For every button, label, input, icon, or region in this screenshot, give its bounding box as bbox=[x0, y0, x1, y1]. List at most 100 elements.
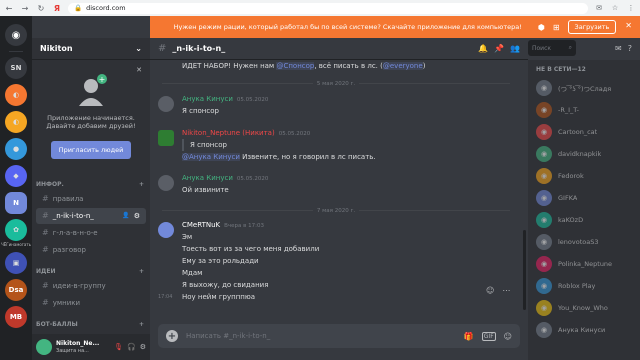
close-icon[interactable]: ✕ bbox=[136, 66, 142, 74]
member-item[interactable]: ◉ Анука Кинуси bbox=[528, 319, 640, 341]
text-part: Извените, но я говорил в лс писать. bbox=[239, 153, 376, 161]
add-channel-icon[interactable]: + bbox=[139, 181, 144, 188]
windows-icon: ⊞ bbox=[552, 22, 560, 32]
add-channel-icon[interactable]: + bbox=[139, 268, 144, 275]
gear-icon[interactable]: ⚙ bbox=[134, 212, 140, 220]
mention[interactable]: @Анука Кинуси bbox=[182, 153, 240, 161]
server-name: Nikiton bbox=[40, 44, 73, 53]
server-header[interactable]: Nikiton ⌄ bbox=[32, 38, 150, 60]
channel-item[interactable]: # г-л-а-в-н-о-е bbox=[36, 225, 146, 241]
invite-icon[interactable]: 👤 bbox=[122, 212, 129, 219]
avatar: ◉ bbox=[536, 322, 552, 338]
channel-item[interactable]: # правила bbox=[36, 191, 146, 207]
author-name[interactable]: Анука Кинуси bbox=[182, 95, 233, 103]
channel-item[interactable]: # идеи-в-группу bbox=[36, 278, 146, 294]
search-input[interactable]: Поиск ⌕ bbox=[528, 40, 576, 56]
server-icon[interactable]: SN bbox=[5, 57, 27, 79]
author-name[interactable]: CMeRTNuK bbox=[182, 221, 220, 229]
message-text: Ноу нейм групппюа bbox=[182, 293, 256, 301]
channel-item[interactable]: # разговор bbox=[36, 242, 146, 258]
member-item[interactable]: ◉ -R_I_T- bbox=[528, 99, 640, 121]
member-item[interactable]: ◉ (つ ͡°ʖ ͡°)つСладя bbox=[528, 77, 640, 99]
gif-icon[interactable]: GIF bbox=[481, 331, 496, 341]
member-item[interactable]: ◉ You_Know_Who bbox=[528, 297, 640, 319]
members-icon[interactable]: 👥 bbox=[510, 44, 520, 53]
bookmark-icon[interactable]: ☆ bbox=[610, 4, 620, 12]
upload-button[interactable]: + bbox=[166, 330, 178, 342]
channel-label: _n-ik-i-to-n_ bbox=[52, 211, 94, 220]
category-bot[interactable]: БОТ-БАЛЛЫ + bbox=[32, 320, 150, 330]
avatar[interactable] bbox=[158, 222, 174, 238]
emoji-icon[interactable]: ☺ bbox=[504, 332, 512, 341]
server-icon[interactable]: N bbox=[5, 192, 27, 214]
member-item[interactable]: ◉ Roblox Play bbox=[528, 275, 640, 297]
avatar[interactable] bbox=[158, 130, 174, 146]
close-icon[interactable]: ✕ bbox=[625, 21, 632, 30]
avatar: ◉ bbox=[536, 102, 552, 118]
member-item[interactable]: ◉ Polinka_Neptune bbox=[528, 253, 640, 275]
download-button[interactable]: Загрузить bbox=[567, 20, 617, 34]
member-item[interactable]: ◉ Fedorok bbox=[528, 165, 640, 187]
message: Анука Кинуси 05.05.2020 Ой извините bbox=[150, 173, 520, 196]
gear-icon[interactable]: ⚙ bbox=[140, 343, 146, 351]
message-composer[interactable]: + Написать #_n-ik-i-to-n_ 🎁 GIF ☺ bbox=[158, 324, 520, 348]
pin-icon[interactable]: 📌 bbox=[494, 44, 504, 53]
member-item[interactable]: ◉ Cartoon_cat bbox=[528, 121, 640, 143]
message-text: @Анука Кинуси Извените, но я говорил в л… bbox=[182, 151, 520, 163]
channel-sidebar: Nikiton ⌄ + ✕ Приложение начинается. Дав… bbox=[32, 38, 150, 360]
member-item[interactable]: ◉ davidknapkik bbox=[528, 143, 640, 165]
home-button[interactable]: ◉ bbox=[5, 24, 27, 46]
mention[interactable]: @everyone bbox=[382, 62, 423, 70]
menu-icon[interactable]: ⋮ bbox=[626, 4, 636, 12]
author-name[interactable]: Nikiton_Neptune (Никита) bbox=[182, 129, 275, 137]
channel-title: _n-ik-i-to-n_ bbox=[172, 44, 226, 53]
mic-muted-icon[interactable]: 🎙 bbox=[114, 343, 123, 351]
member-item[interactable]: ◉ kaKOzD bbox=[528, 209, 640, 231]
channel-item-active[interactable]: # _n-ik-i-to-n_ 👤 ⚙ bbox=[36, 207, 146, 224]
message-text: Я спонсор bbox=[182, 107, 219, 115]
add-reaction-icon[interactable]: ☺ bbox=[486, 286, 494, 295]
category-info[interactable]: ИНФОР. + bbox=[32, 180, 150, 190]
message-line-last: 17:04 Ноу нейм групппюа bbox=[158, 291, 520, 303]
composer-input[interactable]: Написать #_n-ik-i-to-n_ bbox=[186, 332, 456, 340]
browser-logo-icon: Я bbox=[53, 3, 61, 13]
extension-icon[interactable]: ✉ bbox=[594, 4, 604, 12]
avatar[interactable] bbox=[158, 175, 174, 191]
category-ideas[interactable]: ИДЕИ + bbox=[32, 267, 150, 277]
member-item[interactable]: ◉ GIFKA bbox=[528, 187, 640, 209]
reload-icon[interactable]: ↻ bbox=[36, 4, 46, 13]
invite-card: + ✕ Приложение начинается. Давайте добав… bbox=[32, 60, 150, 171]
add-channel-icon[interactable]: + bbox=[139, 321, 144, 328]
member-item[interactable]: ◉ lenovotoaS3 bbox=[528, 231, 640, 253]
server-icon[interactable]: ◐ bbox=[5, 84, 27, 106]
channel-item[interactable]: # умники bbox=[36, 295, 146, 311]
server-icon[interactable]: ◐ bbox=[5, 111, 27, 133]
bell-icon[interactable]: 🔔 bbox=[478, 44, 488, 53]
forward-icon[interactable]: → bbox=[20, 4, 30, 13]
help-icon[interactable]: ? bbox=[628, 44, 632, 53]
server-icon[interactable]: MB bbox=[5, 306, 27, 328]
avatar: ◉ bbox=[536, 212, 552, 228]
message-actions: ☺ ⋯ bbox=[486, 286, 510, 295]
hash-icon: # bbox=[42, 194, 49, 204]
invite-line: Приложение начинается. bbox=[47, 114, 135, 122]
avatar[interactable] bbox=[158, 96, 174, 112]
more-icon[interactable]: ⋯ bbox=[502, 286, 510, 295]
server-icon[interactable]: ✿ bbox=[5, 219, 27, 241]
gift-icon[interactable]: 🎁 bbox=[464, 332, 474, 341]
inbox-icon[interactable]: ✉ bbox=[615, 44, 622, 53]
avatar[interactable] bbox=[36, 339, 52, 355]
author-name[interactable]: Анука Кинуси bbox=[182, 174, 233, 182]
server-icon[interactable]: Dsa bbox=[5, 279, 27, 301]
avatar: ◉ bbox=[536, 168, 552, 184]
server-icon[interactable]: ◆ bbox=[5, 165, 27, 187]
invite-people-button[interactable]: Пригласить людей bbox=[50, 140, 132, 159]
address-bar[interactable]: 🔒 discord.com bbox=[68, 2, 588, 14]
mention[interactable]: @Спонсор bbox=[276, 62, 315, 70]
scrollbar[interactable] bbox=[523, 230, 526, 310]
headphones-icon[interactable]: 🎧 bbox=[127, 343, 136, 351]
server-icon[interactable]: ● bbox=[5, 138, 27, 160]
server-icon[interactable]: ▣ bbox=[5, 252, 27, 274]
back-icon[interactable]: ← bbox=[4, 4, 14, 13]
invite-illustration: + bbox=[73, 72, 109, 108]
